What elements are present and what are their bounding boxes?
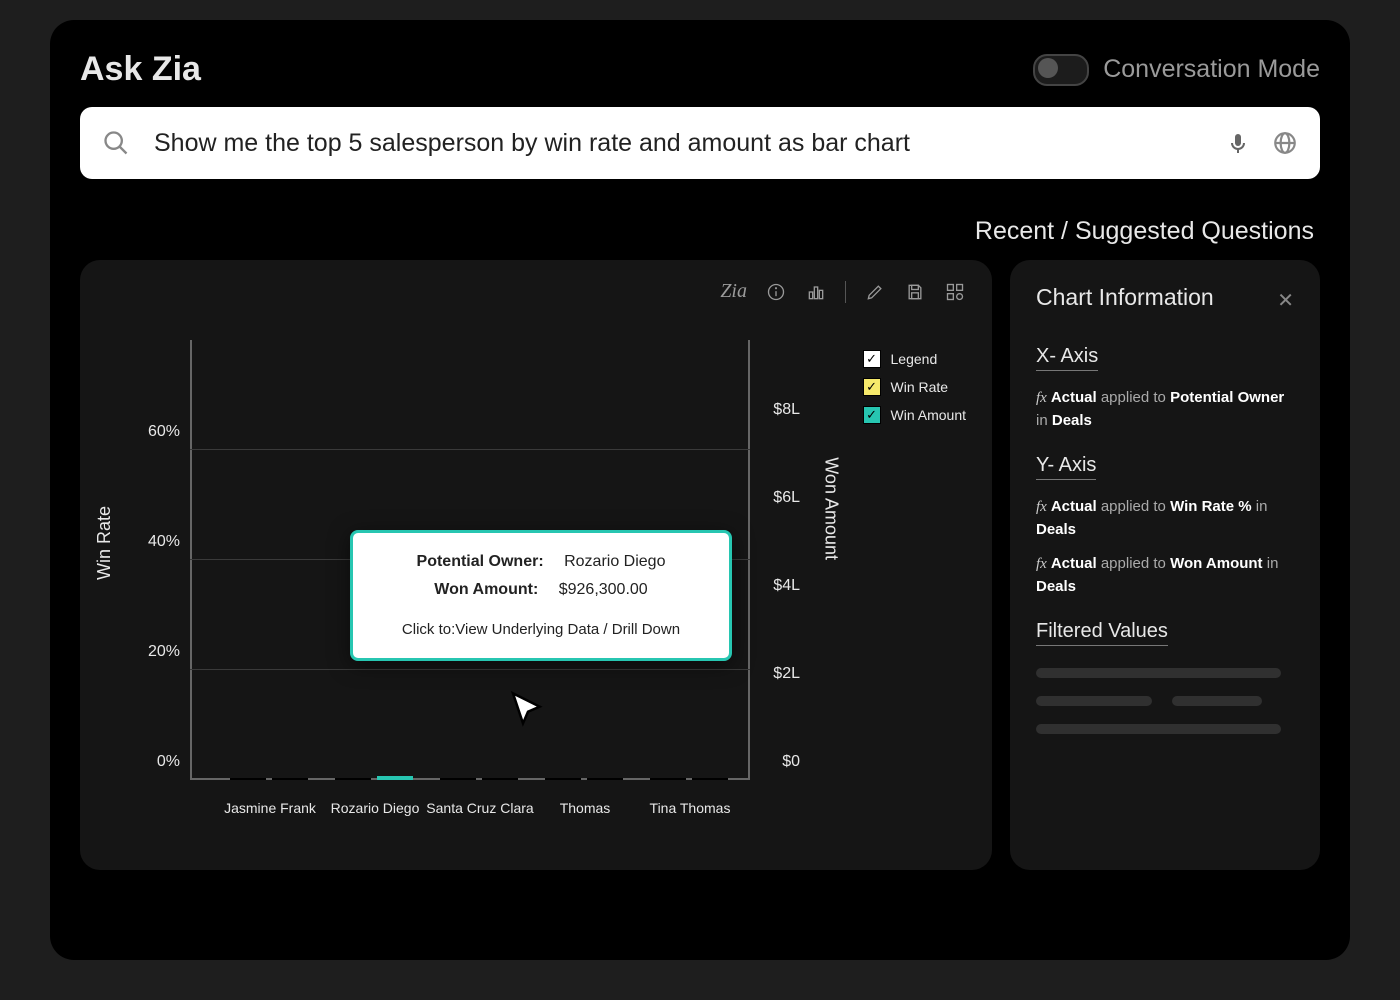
left-axis-title: Win Rate bbox=[94, 506, 115, 580]
search-input[interactable] bbox=[152, 128, 1204, 159]
bar-group[interactable] bbox=[440, 778, 520, 780]
bar-group[interactable] bbox=[335, 776, 415, 780]
x-axis-section-title: X- Axis bbox=[1036, 345, 1098, 371]
app-title: Ask Zia bbox=[80, 50, 201, 89]
search-bar[interactable] bbox=[80, 107, 1320, 179]
x-tick-label: Thomas bbox=[530, 800, 640, 816]
cursor-icon bbox=[508, 690, 548, 730]
bar-group[interactable] bbox=[650, 778, 730, 780]
right-tick: $4L bbox=[773, 577, 800, 595]
y-axis-mapping-2: fxActual applied to Won Amount in Deals bbox=[1036, 553, 1294, 598]
datapoint-tooltip[interactable]: Potential Owner: Rozario Diego Won Amoun… bbox=[350, 530, 732, 661]
plot-area[interactable]: 0% 20% 40% 60% $0 $2L $4L $6L $8L Potent… bbox=[190, 340, 750, 780]
chart-type-icon[interactable] bbox=[805, 281, 827, 303]
filter-placeholder bbox=[1172, 696, 1262, 706]
bar-win-amount[interactable] bbox=[692, 778, 728, 780]
header: Ask Zia Conversation Mode bbox=[80, 40, 1320, 107]
x-tick-label: Jasmine Frank bbox=[215, 800, 325, 816]
filter-placeholder bbox=[1036, 696, 1152, 706]
right-tick: $8L bbox=[773, 401, 800, 419]
x-axis-mapping: fxActual applied to Potential Owner in D… bbox=[1036, 387, 1294, 432]
mic-icon[interactable] bbox=[1226, 129, 1250, 157]
globe-icon[interactable] bbox=[1272, 130, 1298, 156]
filter-placeholder bbox=[1036, 724, 1281, 734]
conversation-mode-toggle[interactable] bbox=[1033, 54, 1089, 86]
chart-card: Zia ✓Legend ✓Win Rate ✓Win Amount Win Ra… bbox=[80, 260, 992, 870]
left-tick: 60% bbox=[130, 423, 180, 441]
edit-icon[interactable] bbox=[864, 281, 886, 303]
chart-information-panel: Chart Information ✕ X- Axis fxActual app… bbox=[1010, 260, 1320, 870]
recent-suggested-heading: Recent / Suggested Questions bbox=[80, 217, 1314, 246]
legend-toggle[interactable]: ✓Legend bbox=[863, 350, 966, 368]
conversation-mode-area: Conversation Mode bbox=[1033, 54, 1320, 86]
y-axis-section-title: Y- Axis bbox=[1036, 454, 1096, 480]
bar-group[interactable] bbox=[230, 778, 310, 780]
save-icon[interactable] bbox=[904, 281, 926, 303]
bar-win-rate[interactable] bbox=[650, 778, 686, 780]
bar-win-amount[interactable] bbox=[377, 776, 413, 780]
search-icon bbox=[102, 129, 130, 157]
left-tick: 40% bbox=[130, 533, 180, 551]
bar-win-amount[interactable] bbox=[587, 778, 623, 780]
x-tick-label: Rozario Diego bbox=[320, 800, 430, 816]
bar-win-rate[interactable] bbox=[545, 778, 581, 780]
legend-item-win-rate[interactable]: ✓Win Rate bbox=[863, 378, 966, 396]
info-icon[interactable] bbox=[765, 281, 787, 303]
ask-zia-window: Ask Zia Conversation Mode Recent / Sugge… bbox=[50, 20, 1350, 960]
chart-toolbar: Zia bbox=[720, 280, 966, 303]
info-panel-title: Chart Information bbox=[1036, 284, 1294, 311]
bar-group[interactable] bbox=[545, 778, 625, 780]
bar-win-rate[interactable] bbox=[440, 778, 476, 780]
left-tick: 0% bbox=[130, 753, 180, 771]
x-tick-label: Tina Thomas bbox=[635, 800, 745, 816]
right-axis-title: Won Amount bbox=[821, 457, 842, 560]
toolbar-separator bbox=[845, 281, 846, 303]
bar-win-amount[interactable] bbox=[272, 778, 308, 780]
bar-win-amount[interactable] bbox=[482, 778, 518, 780]
zia-signature-icon[interactable]: Zia bbox=[720, 280, 747, 303]
y-axis-mapping-1: fxActual applied to Win Rate % in Deals bbox=[1036, 496, 1294, 541]
x-tick-label: Santa Cruz Clara bbox=[425, 800, 535, 816]
right-tick: $6L bbox=[773, 489, 800, 507]
right-tick: $2L bbox=[773, 665, 800, 683]
conversation-mode-label: Conversation Mode bbox=[1103, 55, 1320, 84]
left-tick: 20% bbox=[130, 643, 180, 661]
legend: ✓Legend ✓Win Rate ✓Win Amount bbox=[863, 350, 966, 424]
bar-win-rate[interactable] bbox=[230, 778, 266, 780]
legend-item-win-amount[interactable]: ✓Win Amount bbox=[863, 406, 966, 424]
dashboard-add-icon[interactable] bbox=[944, 281, 966, 303]
close-icon[interactable]: ✕ bbox=[1277, 288, 1294, 313]
filtered-values-title: Filtered Values bbox=[1036, 620, 1168, 646]
filter-placeholder bbox=[1036, 668, 1281, 678]
bar-win-rate[interactable] bbox=[335, 778, 371, 780]
right-tick: $0 bbox=[782, 753, 800, 771]
